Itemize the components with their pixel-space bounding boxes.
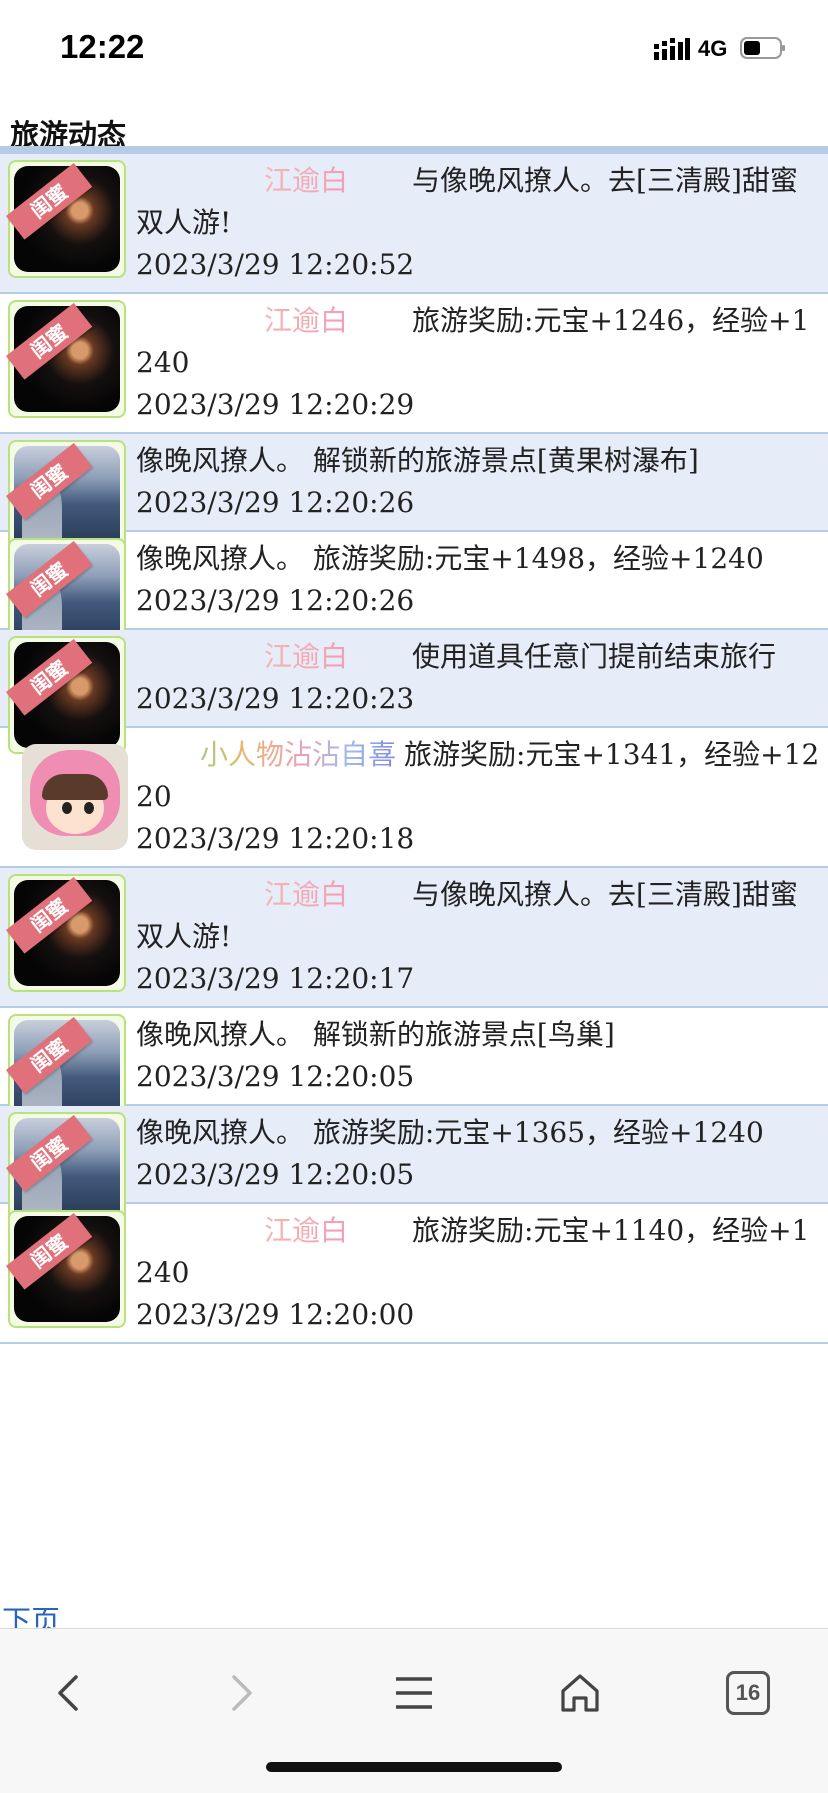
tabs-icon: 16 xyxy=(726,1671,770,1715)
feed-message-text: 像晚风撩人。 解锁新的旅游景点[鸟巢] xyxy=(136,1018,615,1051)
user-name-link[interactable]: 江逾白 xyxy=(136,300,412,342)
avatar[interactable]: 闺蜜 xyxy=(6,1210,126,1328)
feed-timestamp: 2023/3/29 12:20:52 xyxy=(136,248,415,281)
cartoon-avatar-image xyxy=(22,744,128,850)
user-name-link[interactable]: 江逾白 xyxy=(136,160,412,202)
forward-icon xyxy=(232,1675,252,1711)
feed-item: 闺蜜 江逾白 与像晚风撩人。去[三清殿]甜蜜双人游! 2023/3/29 12:20:… xyxy=(0,154,828,294)
feed-message: 像晚风撩人。 旅游奖励:元宝+1498，经验+1240 xyxy=(136,538,820,580)
home-button[interactable] xyxy=(550,1663,610,1723)
feed-item: 闺蜜 江逾白 旅游奖励:元宝+1246，经验+1240 2023/3/29 12:20… xyxy=(0,294,828,434)
feed-item-content: 小人物沾沾自喜 旅游奖励:元宝+1341，经验+1220 2023/3/29 12:… xyxy=(136,728,828,866)
feed-item: 闺蜜 像晚风撩人。 旅游奖励:元宝+1498，经验+1240 2023/3/29 1… xyxy=(0,532,828,656)
feed-message-text: 像晚风撩人。 旅游奖励:元宝+1498，经验+1240 xyxy=(136,542,764,575)
feed-timestamp: 2023/3/29 12:20:05 xyxy=(136,1158,415,1191)
feed-item-content: 江逾白 使用道具任意门提前结束旅行 2023/3/29 12:20:23 xyxy=(136,630,828,726)
menu-icon xyxy=(396,1677,432,1709)
feed-message: 像晚风撩人。 解锁新的旅游景点[鸟巢] xyxy=(136,1014,820,1056)
feed-message: 像晚风撩人。 解锁新的旅游景点[黄果树瀑布] xyxy=(136,440,820,482)
feed-message: 江逾白 与像晚风撩人。去[三清殿]甜蜜双人游! xyxy=(136,874,820,958)
feed-item-content: 像晚风撩人。 解锁新的旅游景点[黄果树瀑布] 2023/3/29 12:20:26 xyxy=(136,434,828,530)
home-icon xyxy=(561,1674,599,1712)
feed-timestamp: 2023/3/29 12:20:17 xyxy=(136,962,415,995)
feed-timestamp: 2023/3/29 12:20:26 xyxy=(136,584,415,617)
signal-icon xyxy=(654,38,690,60)
user-name-link[interactable]: 江逾白 xyxy=(136,1210,412,1252)
feed-message: 江逾白 旅游奖励:元宝+1246，经验+1240 xyxy=(136,300,820,384)
user-name-link[interactable]: 江逾白 xyxy=(136,874,412,916)
home-indicator xyxy=(266,1762,562,1772)
feed-item-content: 江逾白 旅游奖励:元宝+1246，经验+1240 2023/3/29 12:20:2… xyxy=(136,294,828,432)
feed-timestamp: 2023/3/29 12:20:00 xyxy=(136,1298,415,1331)
feed-timestamp: 2023/3/29 12:20:05 xyxy=(136,1060,415,1093)
network-label: 4G xyxy=(698,36,728,61)
tabs-button[interactable]: 16 xyxy=(718,1663,778,1723)
title-divider xyxy=(0,146,828,154)
feed-item-content: 像晚风撩人。 旅游奖励:元宝+1365，经验+1240 2023/3/29 12:… xyxy=(136,1106,828,1202)
feed-item-content: 像晚风撩人。 旅游奖励:元宝+1498，经验+1240 2023/3/29 12:… xyxy=(136,532,828,628)
feed-timestamp: 2023/3/29 12:20:18 xyxy=(136,822,415,855)
feed-item: 闺蜜 江逾白 使用道具任意门提前结束旅行 2023/3/29 12:20:23 xyxy=(0,630,828,754)
back-button[interactable] xyxy=(40,1663,100,1723)
feed-message: 小人物沾沾自喜 旅游奖励:元宝+1341，经验+1220 xyxy=(136,734,820,818)
feed-message: 江逾白 旅游奖励:元宝+1140，经验+1240 xyxy=(136,1210,820,1294)
feed-item: 小人物沾沾自喜 旅游奖励:元宝+1341，经验+1220 2023/3/29 12:… xyxy=(0,728,828,868)
feed-timestamp: 2023/3/29 12:20:23 xyxy=(136,682,415,715)
feed-item: 闺蜜 像晚风撩人。 解锁新的旅游景点[黄果树瀑布] 2023/3/29 12:20:… xyxy=(0,434,828,558)
forward-button[interactable] xyxy=(210,1663,270,1723)
feed-item: 闺蜜 江逾白 旅游奖励:元宝+1140，经验+1240 2023/3/29 12:20… xyxy=(0,1204,828,1344)
feed-item: 闺蜜 江逾白 与像晚风撩人。去[三清殿]甜蜜双人游! 2023/3/29 12:20:… xyxy=(0,868,828,1008)
feed-message-text: 像晚风撩人。 旅游奖励:元宝+1365，经验+1240 xyxy=(136,1116,764,1149)
user-name-link[interactable]: 小人物沾沾自喜 xyxy=(136,734,404,776)
status-bar: 12:22 4G xyxy=(0,0,828,100)
feed-message: 江逾白 与像晚风撩人。去[三清殿]甜蜜双人游! xyxy=(136,160,820,244)
user-name-link[interactable]: 江逾白 xyxy=(136,636,412,678)
menu-button[interactable] xyxy=(384,1663,444,1723)
feed-item-content: 江逾白 与像晚风撩人。去[三清殿]甜蜜双人游! 2023/3/29 12:20:17 xyxy=(136,868,828,1006)
status-time: 12:22 xyxy=(60,28,145,65)
feed-item: 闺蜜 像晚风撩人。 解锁新的旅游景点[鸟巢] 2023/3/29 12:20:05 xyxy=(0,1008,828,1132)
feed-item-content: 江逾白 与像晚风撩人。去[三清殿]甜蜜双人游! 2023/3/29 12:20:52 xyxy=(136,154,828,292)
feed-timestamp: 2023/3/29 12:20:26 xyxy=(136,486,415,519)
feed-message-text: 使用道具任意门提前结束旅行 xyxy=(412,640,777,673)
avatar[interactable] xyxy=(8,734,128,852)
feed-list: 闺蜜 江逾白 与像晚风撩人。去[三清殿]甜蜜双人游! 2023/3/29 12:20:… xyxy=(0,154,828,1344)
feed-item: 闺蜜 像晚风撩人。 旅游奖励:元宝+1365，经验+1240 2023/3/29 1… xyxy=(0,1106,828,1230)
avatar[interactable]: 闺蜜 xyxy=(6,300,126,418)
avatar[interactable]: 闺蜜 xyxy=(6,874,126,992)
avatar[interactable]: 闺蜜 xyxy=(6,160,126,278)
feed-item-content: 像晚风撩人。 解锁新的旅游景点[鸟巢] 2023/3/29 12:20:05 xyxy=(136,1008,828,1104)
feed-timestamp: 2023/3/29 12:20:29 xyxy=(136,388,415,421)
feed-message: 像晚风撩人。 旅游奖励:元宝+1365，经验+1240 xyxy=(136,1112,820,1154)
feed-item-content: 江逾白 旅游奖励:元宝+1140，经验+1240 2023/3/29 12:20:0… xyxy=(136,1204,828,1342)
feed-message-text: 像晚风撩人。 解锁新的旅游景点[黄果树瀑布] xyxy=(136,444,699,477)
battery-icon xyxy=(740,37,785,59)
back-icon xyxy=(58,1675,78,1711)
feed-message: 江逾白 使用道具任意门提前结束旅行 xyxy=(136,636,820,678)
